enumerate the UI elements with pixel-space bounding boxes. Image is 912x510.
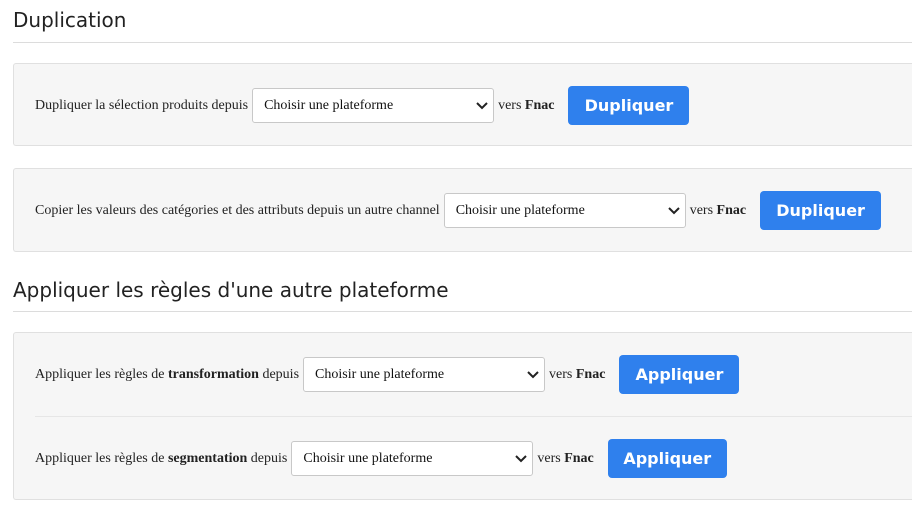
segmentation-label: Appliquer les règles de segmentation dep… — [35, 450, 288, 466]
select-value: Choisir une plateforme — [315, 366, 445, 382]
chevron-down-icon — [515, 455, 528, 463]
segmentation-platform-select[interactable]: Choisir une plateforme — [291, 441, 534, 476]
select-value: Choisir une plateforme — [455, 202, 585, 218]
target-label: vers Fnac — [537, 450, 594, 466]
copy-values-platform-select[interactable]: Choisir une plateforme — [443, 193, 686, 228]
row-divider — [35, 416, 912, 417]
duplicate-selection-label: Dupliquer la sélection produits depuis — [35, 97, 249, 113]
section-title-rules: Appliquer les règles d'une autre platefo… — [13, 278, 449, 302]
section-title-duplication: Duplication — [13, 8, 127, 32]
target-label: vers Fnac — [498, 97, 555, 113]
target-label: vers Fnac — [549, 366, 606, 382]
target-platform: Fnac — [575, 366, 606, 382]
target-platform: Fnac — [716, 202, 747, 218]
transformation-row: Appliquer les règles de transformation d… — [35, 355, 740, 394]
copy-values-label: Copier les valeurs des catégories et des… — [35, 202, 440, 218]
section-divider — [13, 311, 912, 312]
chevron-down-icon — [527, 371, 539, 379]
apply-transformation-button[interactable]: Appliquer — [619, 355, 740, 394]
duplicate-selection-button[interactable]: Dupliquer — [568, 86, 690, 125]
duplicate-selection-platform-select[interactable]: Choisir une plateforme — [252, 88, 495, 123]
section-divider — [13, 42, 912, 43]
duplicate-selection-panel: Dupliquer la sélection produits depuis C… — [13, 63, 912, 146]
target-label: vers Fnac — [689, 202, 747, 218]
segmentation-row: Appliquer les règles de segmentation dep… — [35, 439, 727, 478]
copy-values-row: Copier les valeurs des catégories et des… — [35, 191, 882, 230]
copy-values-panel: Copier les valeurs des catégories et des… — [13, 168, 912, 252]
select-value: Choisir une plateforme — [264, 97, 394, 113]
duplicate-selection-row: Dupliquer la sélection produits depuis C… — [35, 86, 690, 125]
rules-panel: Appliquer les règles de transformation d… — [13, 332, 912, 500]
target-platform: Fnac — [564, 450, 594, 466]
chevron-down-icon — [667, 207, 680, 215]
transformation-platform-select[interactable]: Choisir une plateforme — [303, 357, 546, 392]
select-value: Choisir une plateforme — [303, 450, 433, 466]
transformation-label: Appliquer les règles de transformation d… — [35, 366, 300, 382]
apply-segmentation-button[interactable]: Appliquer — [607, 439, 727, 478]
target-platform: Fnac — [524, 97, 555, 113]
copy-values-button[interactable]: Dupliquer — [760, 191, 882, 230]
chevron-down-icon — [476, 102, 488, 110]
